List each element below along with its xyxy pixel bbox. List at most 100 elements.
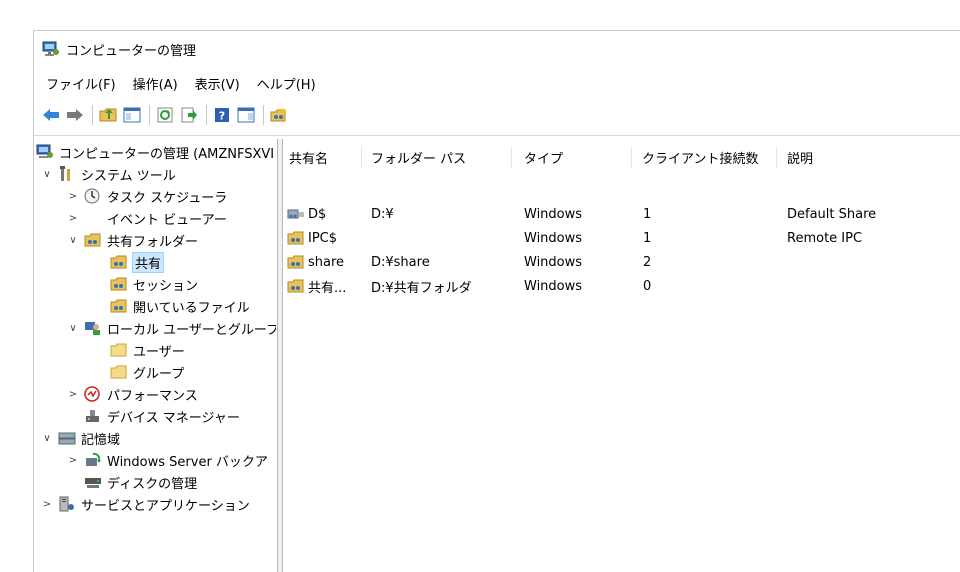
toolbar-separator bbox=[206, 105, 207, 125]
table-row-name[interactable]: 共有... bbox=[287, 275, 346, 297]
toolbar-divider bbox=[34, 135, 960, 136]
services-icon bbox=[58, 496, 76, 512]
share-name: D$ bbox=[308, 206, 327, 222]
table-cell-description: Remote IPC bbox=[787, 230, 863, 246]
new-share-icon[interactable] bbox=[268, 104, 290, 126]
computer-management-icon bbox=[42, 41, 60, 57]
table-cell-clients: 2 bbox=[643, 254, 652, 270]
chevron-right-icon[interactable]: > bbox=[66, 389, 80, 400]
backup-icon bbox=[84, 452, 102, 468]
tree-item-local-users-groups[interactable]: ∨ ローカル ユーザーとグループ bbox=[66, 317, 276, 339]
computer-management-icon bbox=[36, 144, 54, 160]
up-folder-icon[interactable] bbox=[97, 104, 119, 126]
forward-icon[interactable] bbox=[64, 104, 86, 126]
tree-item-storage[interactable]: ∨ 記憶域 bbox=[40, 427, 120, 449]
tree-item-users[interactable]: ユーザー bbox=[110, 339, 185, 361]
menu-action[interactable]: 操作(A) bbox=[122, 74, 184, 93]
computer-management-window: コンピューターの管理 ファイル(F) 操作(A) 表示(V) ヘルプ(H) ? … bbox=[33, 30, 960, 572]
show-action-pane-icon[interactable] bbox=[235, 104, 257, 126]
menu-view[interactable]: 表示(V) bbox=[184, 74, 246, 93]
share-name: share bbox=[308, 254, 345, 270]
tree-item-event-viewer[interactable]: > イベント ビューアー bbox=[66, 207, 227, 229]
tree-item-performance[interactable]: > パフォーマンス bbox=[66, 383, 198, 405]
folder-icon bbox=[110, 364, 128, 380]
table-row-name[interactable]: IPC$ bbox=[287, 227, 337, 249]
navigation-tree: コンピューターの管理 (AMZNFSXVI ∨ システム ツール > タスク ス… bbox=[34, 139, 276, 572]
table-row-name[interactable]: D$ bbox=[287, 203, 326, 225]
storage-icon bbox=[58, 430, 76, 446]
tree-item-label: ディスクの管理 bbox=[107, 476, 198, 492]
chevron-right-icon[interactable]: > bbox=[66, 455, 80, 466]
system-tools-icon bbox=[58, 166, 76, 182]
tree-item-label: サービスとアプリケーション bbox=[81, 498, 250, 514]
table-cell-clients: 0 bbox=[643, 278, 652, 294]
table-cell-path: D:¥share bbox=[371, 254, 430, 270]
tree-item-label: コンピューターの管理 (AMZNFSXVI bbox=[59, 146, 275, 162]
menu-bar: ファイル(F) 操作(A) 表示(V) ヘルプ(H) bbox=[34, 71, 322, 95]
table-row-name[interactable]: share bbox=[287, 251, 344, 273]
column-separator[interactable] bbox=[361, 147, 362, 167]
tree-item-services-applications[interactable]: > サービスとアプリケーション bbox=[40, 493, 250, 515]
toolbar: ? bbox=[34, 101, 960, 129]
tree-item-windows-server-backup[interactable]: > Windows Server バックア bbox=[66, 449, 268, 471]
disk-management-icon bbox=[84, 474, 102, 490]
table-cell-path: D:¥共有フォルダ bbox=[371, 280, 472, 296]
tree-item-label: システム ツール bbox=[81, 168, 176, 184]
tree-item-label: ユーザー bbox=[133, 344, 185, 360]
table-cell-path: D:¥ bbox=[371, 206, 394, 222]
tree-item-label: パフォーマンス bbox=[107, 388, 198, 404]
tree-item-device-manager[interactable]: デバイス マネージャー bbox=[84, 405, 240, 427]
tree-item-shared-folders[interactable]: ∨ 共有フォルダー bbox=[66, 229, 198, 251]
chevron-right-icon[interactable]: > bbox=[40, 499, 54, 510]
column-separator[interactable] bbox=[631, 147, 632, 167]
tree-item-label: ローカル ユーザーとグループ bbox=[107, 322, 276, 338]
chevron-down-icon[interactable]: ∨ bbox=[40, 433, 54, 444]
column-header-client-connections[interactable]: クライアント接続数 bbox=[642, 145, 758, 169]
column-separator[interactable] bbox=[511, 147, 512, 167]
title-bar: コンピューターの管理 bbox=[34, 31, 960, 67]
toolbar-separator bbox=[92, 105, 93, 125]
tree-item-label: タスク スケジューラ bbox=[107, 190, 228, 206]
window-title: コンピューターの管理 bbox=[66, 43, 197, 59]
tree-item-disk-management[interactable]: ディスクの管理 bbox=[84, 471, 197, 493]
toolbar-separator bbox=[263, 105, 264, 125]
chevron-down-icon[interactable]: ∨ bbox=[40, 169, 54, 180]
svg-text:?: ? bbox=[219, 110, 225, 123]
column-header-label: タイプ bbox=[524, 151, 564, 167]
table-cell-clients: 1 bbox=[643, 230, 652, 246]
admin-share-icon bbox=[287, 206, 305, 222]
tree-item-groups[interactable]: グループ bbox=[110, 361, 184, 383]
tree-item-computer-management[interactable]: コンピューターの管理 (AMZNFSXVI bbox=[36, 141, 274, 163]
shares-list: 共有名 フォルダー パス タイプ クライアント接続数 説明 D$ D:¥ Win… bbox=[283, 139, 960, 572]
menu-help[interactable]: ヘルプ(H) bbox=[246, 74, 322, 93]
chevron-right-icon[interactable]: > bbox=[66, 191, 80, 202]
column-separator[interactable] bbox=[776, 147, 777, 167]
back-icon[interactable] bbox=[40, 104, 62, 126]
tree-item-label: Windows Server バックア bbox=[107, 454, 268, 470]
export-list-icon[interactable] bbox=[178, 104, 200, 126]
folder-icon bbox=[110, 342, 128, 358]
column-header-folder-path[interactable]: フォルダー パス bbox=[371, 145, 466, 169]
chevron-right-icon[interactable]: > bbox=[66, 213, 80, 224]
tree-item-label: 記憶域 bbox=[81, 432, 121, 448]
refresh-icon[interactable] bbox=[154, 104, 176, 126]
menu-file[interactable]: ファイル(F) bbox=[34, 74, 122, 93]
chevron-down-icon[interactable]: ∨ bbox=[66, 323, 80, 334]
column-header-description[interactable]: 説明 bbox=[787, 145, 813, 169]
users-groups-icon bbox=[84, 320, 102, 336]
tree-item-shares[interactable]: 共有 bbox=[110, 251, 165, 273]
tree-item-sessions[interactable]: セッション bbox=[110, 273, 198, 295]
column-header-share-name[interactable]: 共有名 bbox=[289, 145, 328, 169]
column-header-label: 説明 bbox=[787, 151, 814, 167]
column-header-type[interactable]: タイプ bbox=[524, 145, 563, 169]
show-hide-tree-icon[interactable] bbox=[121, 104, 143, 126]
share-icon bbox=[287, 230, 305, 246]
session-icon bbox=[110, 276, 128, 292]
tree-item-system-tools[interactable]: ∨ システム ツール bbox=[40, 163, 176, 185]
column-header-label: クライアント接続数 bbox=[642, 151, 759, 167]
tree-item-task-scheduler[interactable]: > タスク スケジューラ bbox=[66, 185, 227, 207]
share-name: 共有... bbox=[308, 280, 347, 296]
help-icon[interactable]: ? bbox=[211, 104, 233, 126]
tree-item-open-files[interactable]: 開いているファイル bbox=[110, 295, 250, 317]
chevron-down-icon[interactable]: ∨ bbox=[66, 235, 80, 246]
